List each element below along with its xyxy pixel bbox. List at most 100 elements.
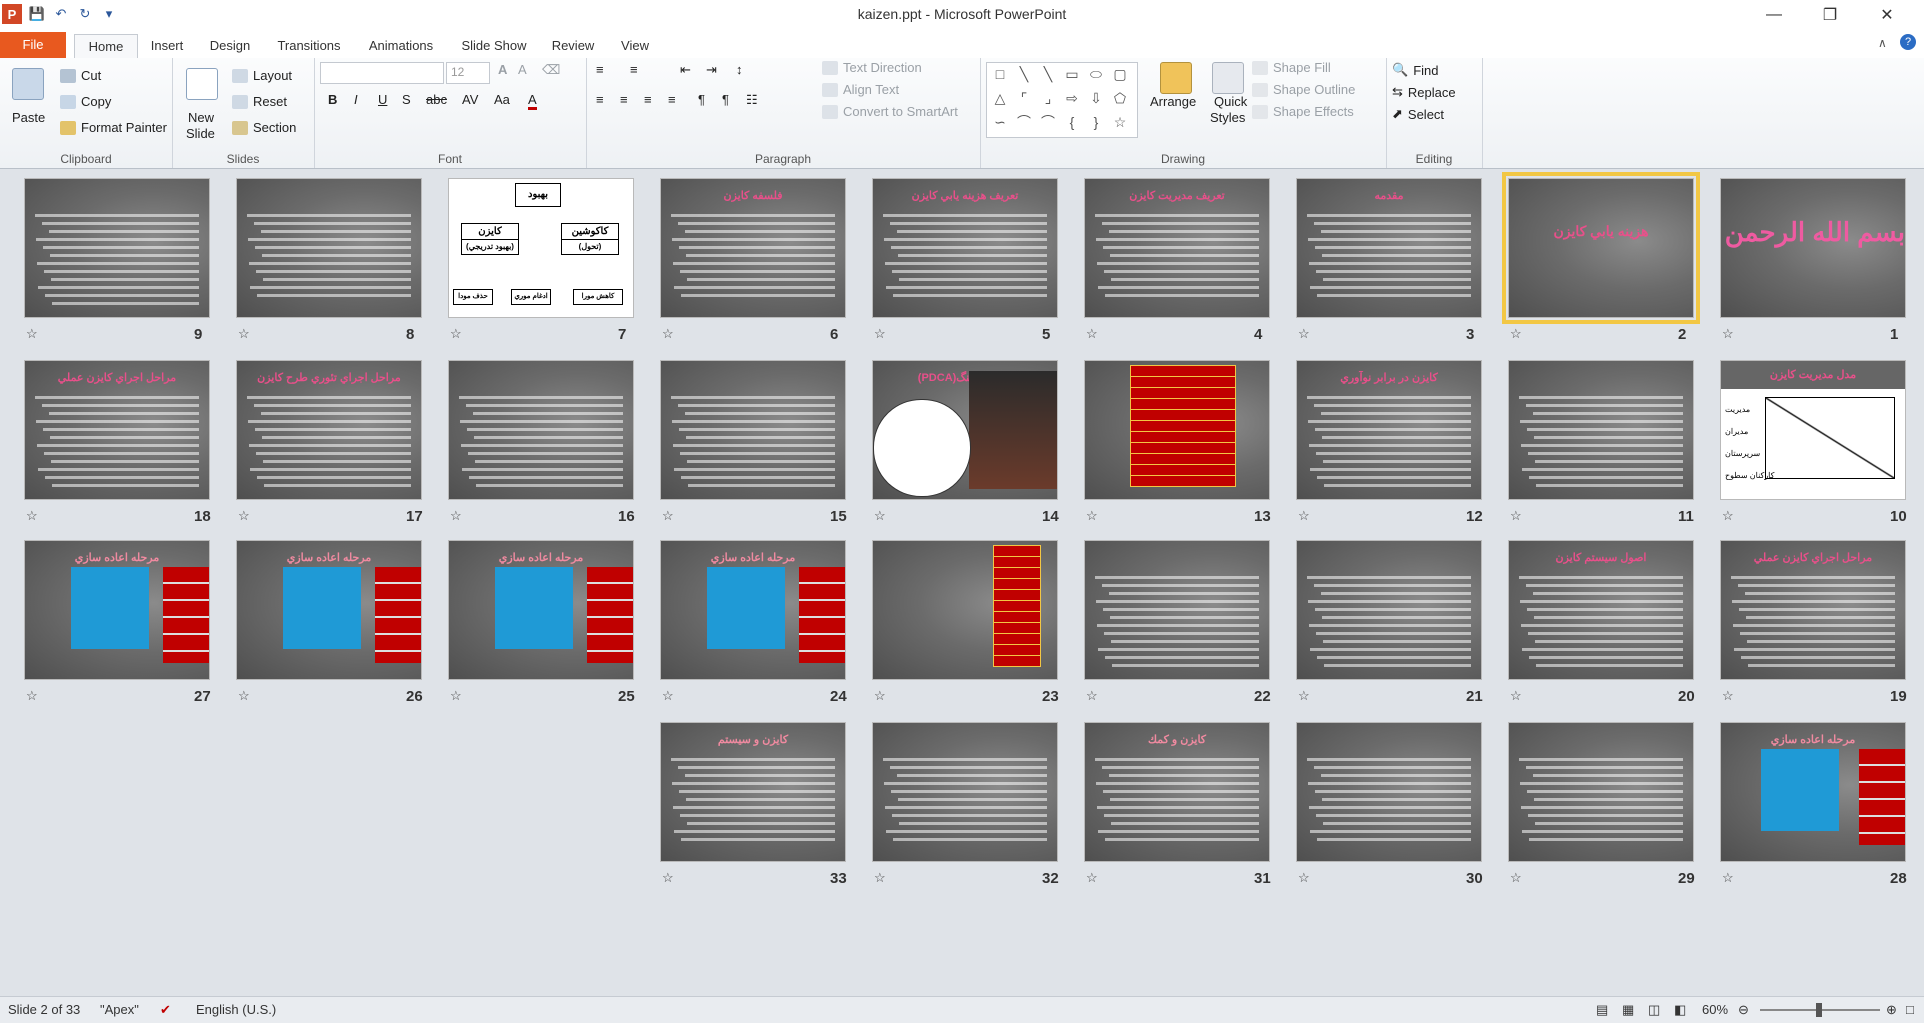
layout-button[interactable]: Layout (232, 68, 292, 83)
tab-file[interactable]: File (0, 32, 66, 58)
slide-thumbnail[interactable]: كايزن و كمك (1084, 722, 1270, 862)
italic-icon[interactable]: I (354, 92, 358, 107)
zoom-in-icon[interactable]: ⊕ (1886, 1002, 1897, 1018)
align-left-icon[interactable]: ≡ (596, 92, 604, 107)
slide-thumbnail[interactable]: مدل مديريت كايزن مديريت مديران سرپرستان كارك… (1720, 360, 1906, 500)
cut-button[interactable]: Cut (60, 68, 101, 83)
connector-shape-icon[interactable]: ⌜ (1015, 89, 1033, 107)
transition-star-icon[interactable]: ☆ (874, 508, 886, 524)
section-button[interactable]: Section (232, 120, 296, 135)
convert-smartart-button[interactable]: Convert to SmartArt (822, 104, 958, 119)
transition-star-icon[interactable]: ☆ (238, 688, 250, 704)
textbox-shape-icon[interactable]: □ (991, 65, 1009, 83)
shape-fill-button[interactable]: Shape Fill (1252, 60, 1331, 75)
new-slide-button[interactable]: New (188, 110, 214, 125)
tab-insert[interactable]: Insert (142, 34, 192, 58)
paste-button[interactable]: Paste (12, 110, 45, 125)
font-family-combo[interactable] (320, 62, 444, 84)
slide-thumbnail[interactable]: چرخه دمينگ(PDCA) (872, 360, 1058, 500)
slide-thumbnail[interactable]: كايزن در برابر نوآوري (1296, 360, 1482, 500)
tab-animations[interactable]: Animations (362, 34, 440, 58)
transition-star-icon[interactable]: ☆ (1298, 870, 1310, 886)
right-arrow-shape-icon[interactable]: ⇨ (1063, 89, 1081, 107)
clear-formatting-icon[interactable]: ⌫ (542, 62, 560, 78)
transition-star-icon[interactable]: ☆ (874, 326, 886, 342)
shrink-font-icon[interactable]: A (518, 62, 527, 77)
slide-thumbnail[interactable] (236, 178, 422, 318)
arc-shape-icon[interactable]: ⌒ (1039, 113, 1057, 131)
maximize-icon[interactable]: ❐ (1807, 0, 1853, 30)
slide-thumbnail[interactable]: اصول سيستم كايزن (1508, 540, 1694, 680)
slide-thumbnail[interactable] (1296, 722, 1482, 862)
slide-thumbnail[interactable] (660, 360, 846, 500)
align-right-icon[interactable]: ≡ (644, 92, 652, 107)
copy-button[interactable]: Copy (60, 94, 111, 109)
fit-to-window-icon[interactable]: □ (1906, 1002, 1914, 1017)
tab-view[interactable]: View (612, 34, 658, 58)
down-arrow-shape-icon[interactable]: ⇩ (1087, 89, 1105, 107)
slide-thumbnail[interactable]: مرحله اعاده سازي (448, 540, 634, 680)
reading-view-icon[interactable]: ◫ (1648, 1002, 1660, 1018)
transition-star-icon[interactable]: ☆ (450, 688, 462, 704)
slide-thumbnail[interactable]: كايزن و سيستم (660, 722, 846, 862)
slide-thumbnail[interactable]: مرحله اعاده سازي (236, 540, 422, 680)
paste-icon[interactable] (12, 68, 44, 100)
new-slide-button-label[interactable]: Slide (186, 126, 215, 141)
slide-thumbnail[interactable]: مرحله اعاده سازي (24, 540, 210, 680)
transition-star-icon[interactable]: ☆ (1086, 870, 1098, 886)
transition-star-icon[interactable]: ☆ (874, 688, 886, 704)
transition-star-icon[interactable]: ☆ (662, 870, 674, 886)
slide-thumbnail[interactable] (24, 178, 210, 318)
triangle-shape-icon[interactable]: △ (991, 89, 1009, 107)
shape-effects-button[interactable]: Shape Effects (1252, 104, 1354, 119)
tab-slide-show[interactable]: Slide Show (456, 34, 532, 58)
slide-thumbnail[interactable] (872, 722, 1058, 862)
transition-star-icon[interactable]: ☆ (1086, 508, 1098, 524)
slide-thumbnail[interactable]: بسم الله الرحمن الرحيم (1720, 178, 1906, 318)
connector2-shape-icon[interactable]: ⌟ (1039, 89, 1057, 107)
transition-star-icon[interactable]: ☆ (874, 870, 886, 886)
text-direction-button[interactable]: Text Direction (822, 60, 922, 75)
rounded-rect-shape-icon[interactable]: ▢ (1111, 65, 1129, 83)
tab-design[interactable]: Design (204, 34, 256, 58)
transition-star-icon[interactable]: ☆ (1722, 508, 1734, 524)
shape-outline-button[interactable]: Shape Outline (1252, 82, 1355, 97)
slide-thumbnail[interactable]: مراحل اجراي تئوري طرح كايزن (236, 360, 422, 500)
line-shape-icon[interactable]: ╲ (1015, 65, 1033, 83)
slide-thumbnail[interactable] (1508, 360, 1694, 500)
line-spacing-icon[interactable]: ↕ (736, 62, 743, 77)
transition-star-icon[interactable]: ☆ (1510, 508, 1522, 524)
increase-indent-icon[interactable]: ⇥ (706, 62, 717, 78)
tab-review[interactable]: Review (546, 34, 600, 58)
slide-thumbnail[interactable] (1084, 540, 1270, 680)
oval-shape-icon[interactable]: ⬭ (1087, 65, 1105, 83)
slide-thumbnail[interactable] (872, 540, 1058, 680)
change-case-icon[interactable]: Aa (494, 92, 510, 107)
transition-star-icon[interactable]: ☆ (450, 508, 462, 524)
close-icon[interactable]: ✕ (1864, 0, 1910, 30)
line2-shape-icon[interactable]: ╲ (1039, 65, 1057, 83)
slide-thumbnail[interactable]: هزينه يابي كايزن (1502, 172, 1700, 324)
select-button[interactable]: ⬈ Select (1392, 106, 1444, 122)
pentagon-shape-icon[interactable]: ⬠ (1111, 89, 1129, 107)
decrease-indent-icon[interactable]: ⇤ (680, 62, 691, 78)
transition-star-icon[interactable]: ☆ (1510, 870, 1522, 886)
language-label[interactable]: English (U.S.) (196, 1002, 276, 1017)
help-icon[interactable]: ? (1900, 34, 1916, 50)
char-spacing-icon[interactable]: AV (462, 92, 478, 107)
transition-star-icon[interactable]: ☆ (1086, 688, 1098, 704)
strikethrough-icon[interactable]: abc (426, 92, 447, 107)
normal-view-icon[interactable]: ▤ (1596, 1002, 1608, 1018)
numbering-icon[interactable]: ≡ (630, 62, 638, 77)
tab-transitions[interactable]: Transitions (270, 34, 348, 58)
slide-thumbnail[interactable]: مراحل اجراي كايزن عملي (1720, 540, 1906, 680)
align-center-icon[interactable]: ≡ (620, 92, 628, 107)
justify-icon[interactable]: ≡ (668, 92, 676, 107)
transition-star-icon[interactable]: ☆ (1298, 326, 1310, 342)
shadow-icon[interactable]: S (402, 92, 411, 107)
proofing-icon[interactable]: ✔ (160, 1002, 171, 1018)
slide-thumbnail[interactable] (448, 360, 634, 500)
transition-star-icon[interactable]: ☆ (26, 508, 38, 524)
align-text-button[interactable]: Align Text (822, 82, 899, 97)
transition-star-icon[interactable]: ☆ (1086, 326, 1098, 342)
